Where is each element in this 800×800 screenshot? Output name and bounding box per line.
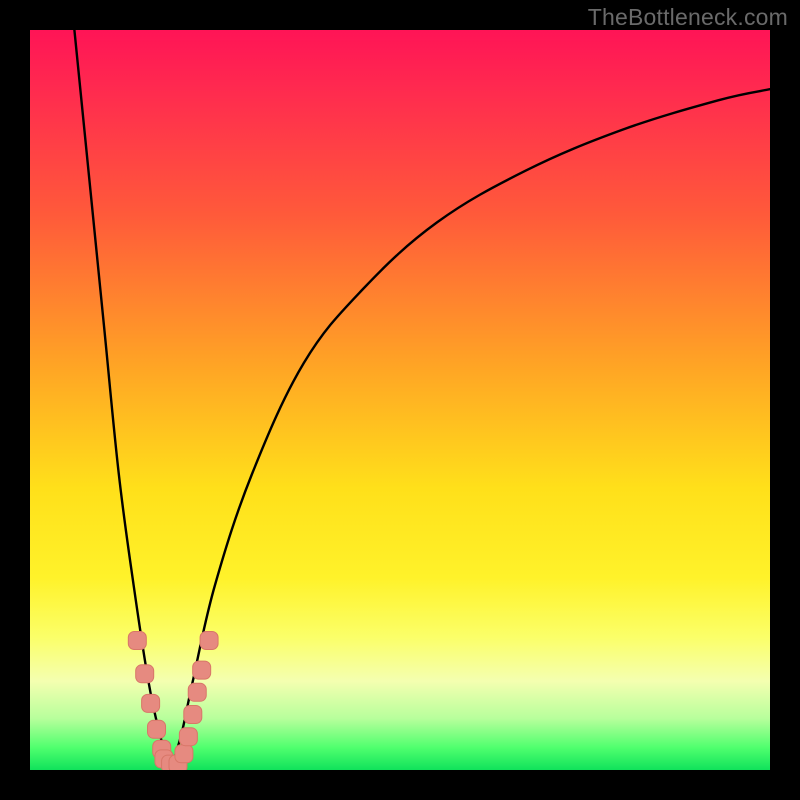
- data-marker: [200, 632, 218, 650]
- data-marker: [142, 694, 160, 712]
- data-marker: [148, 720, 166, 738]
- data-marker: [188, 683, 206, 701]
- data-marker: [193, 661, 211, 679]
- curve-layer: [30, 30, 770, 770]
- data-marker: [175, 745, 193, 763]
- plot-area: [30, 30, 770, 770]
- data-marker: [179, 728, 197, 746]
- series-right-branch: [171, 89, 770, 770]
- data-marker: [136, 665, 154, 683]
- chart-frame: TheBottleneck.com: [0, 0, 800, 800]
- watermark-label: TheBottleneck.com: [588, 4, 788, 31]
- marker-cluster: [128, 632, 218, 771]
- data-marker: [184, 706, 202, 724]
- data-marker: [128, 632, 146, 650]
- bottleneck-curve: [74, 30, 770, 770]
- series-left-branch: [74, 30, 170, 770]
